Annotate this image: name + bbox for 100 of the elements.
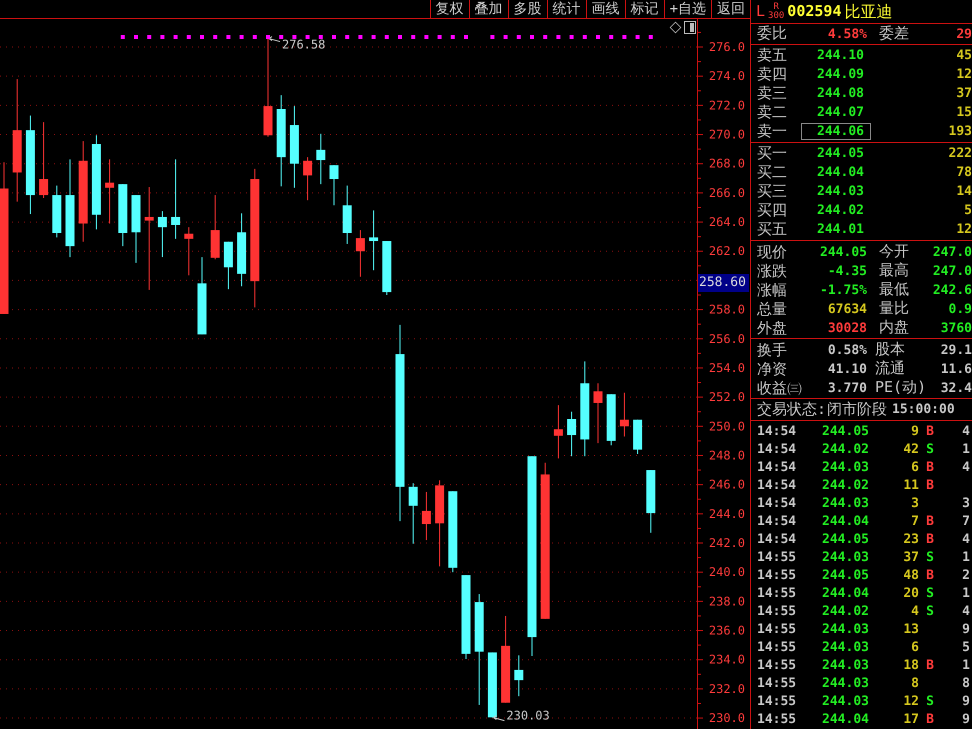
tick-count: 1 <box>961 585 971 603</box>
field-label: 外盘 <box>757 318 788 338</box>
order-volume: 78 <box>955 164 972 182</box>
candlestick <box>132 194 140 264</box>
tick-price: 244.03 <box>821 621 869 639</box>
tick-side: S <box>925 585 935 603</box>
axis-label: 230.0 <box>708 711 745 726</box>
tick-side: B <box>925 459 935 477</box>
field-label: 委比 <box>757 24 787 42</box>
tick-price: 244.05 <box>821 531 869 549</box>
axis-label: 238.0 <box>708 594 745 608</box>
field-label: 买四 <box>757 201 788 220</box>
tick-side: S <box>925 693 935 711</box>
tick-side: S <box>925 549 935 567</box>
candlestick <box>330 164 338 206</box>
field-label: 收益㈢ <box>757 378 801 398</box>
tick-side: B <box>925 477 935 495</box>
candlestick <box>646 470 656 534</box>
tick-price: 244.04 <box>821 513 869 531</box>
tick-price: 244.05 <box>821 567 869 585</box>
panel-toggle-icon[interactable] <box>684 21 696 34</box>
tick-count: 9 <box>961 621 971 639</box>
trading-status: 闭市阶段 <box>827 400 888 419</box>
field-label: 卖一 <box>757 122 788 141</box>
tick-count: 5 <box>961 639 971 657</box>
tick-count: 1 <box>961 549 971 567</box>
tick-volume: 12 <box>902 693 919 711</box>
tick-time: 14:54 <box>757 495 798 513</box>
candlestick <box>567 411 576 457</box>
pointer-arrow-icon <box>268 36 280 42</box>
tick-time: 14:54 <box>757 513 798 531</box>
tick-volume: 23 <box>902 531 919 549</box>
tick-volume: 48 <box>902 567 919 585</box>
tick-volume: 18 <box>902 657 919 675</box>
tick-price: 244.02 <box>821 603 869 621</box>
field-label: 总量 <box>757 300 788 318</box>
tick-time: 14:54 <box>757 441 798 459</box>
field-label: 换手 <box>757 340 788 360</box>
tick-time: 14:54 <box>757 477 798 495</box>
candlestick <box>369 210 378 271</box>
candlestick <box>356 230 365 278</box>
tick-count: 1 <box>961 441 971 459</box>
order-price: 244.06 <box>801 123 871 140</box>
axis-label: 262.0 <box>708 244 745 258</box>
order-volume: 15 <box>955 104 972 122</box>
order-volume: 14 <box>955 183 972 201</box>
tick-time: 14:55 <box>757 711 798 729</box>
candlestick <box>488 652 497 718</box>
stock-name: 比亚迪 <box>844 2 892 21</box>
candlestick <box>224 241 233 290</box>
tick-volume: 6 <box>910 459 919 477</box>
tick-time: 14:55 <box>757 567 798 585</box>
quote-value: 247.0 <box>932 244 972 262</box>
order-volume: 37 <box>955 85 972 103</box>
tick-side: B <box>925 711 935 729</box>
field-label: 买二 <box>757 163 788 182</box>
axis-label: 254.0 <box>708 360 745 375</box>
axis-label: 266.0 <box>708 186 745 200</box>
order-price: 244.01 <box>816 221 865 238</box>
order-volume: 12 <box>955 66 972 84</box>
summary-value: 29 <box>955 26 972 44</box>
tick-volume: 3 <box>910 495 919 513</box>
field-label: 量比 <box>879 299 909 317</box>
market-label: L <box>756 2 766 21</box>
axis-label: 270.0 <box>708 128 745 142</box>
tick-price: 244.05 <box>821 423 869 441</box>
tick-count: 2 <box>961 567 971 585</box>
candlestick <box>158 210 167 258</box>
field-label: 卖二 <box>757 103 788 122</box>
tick-count: 9 <box>961 711 971 729</box>
tick-time: 14:55 <box>757 603 798 621</box>
candlestick <box>422 491 431 541</box>
field-label: 涨幅 <box>757 280 788 300</box>
tick-price: 244.04 <box>821 585 869 603</box>
axis-label: 232.0 <box>708 682 745 696</box>
axis-label: 276.0 <box>708 40 745 54</box>
field-label: 买五 <box>757 220 788 239</box>
order-price: 244.03 <box>816 183 865 200</box>
candlestick <box>514 654 524 697</box>
tick-time: 14:55 <box>757 549 798 567</box>
tick-volume: 8 <box>910 675 919 693</box>
field-label: 委差 <box>879 24 909 42</box>
tick-time: 14:54 <box>757 531 798 549</box>
pointer-arrow-icon <box>492 715 505 722</box>
tick-price: 244.03 <box>821 639 869 657</box>
order-volume: 193 <box>948 123 972 141</box>
tick-price: 244.02 <box>821 441 869 459</box>
tick-count: 4 <box>961 603 971 621</box>
axis-label: 246.0 <box>708 478 745 492</box>
tick-time: 14:54 <box>757 459 798 477</box>
order-volume: 45 <box>955 47 972 65</box>
axis-label: 252.0 <box>708 390 745 404</box>
candlestick <box>52 185 62 238</box>
axis-label: 240.0 <box>708 565 745 580</box>
tick-count: 4 <box>961 531 971 549</box>
fundamental-value: 29.1 <box>940 342 972 360</box>
index-code: 300 <box>768 12 784 20</box>
tick-time: 14:55 <box>757 693 798 711</box>
quote-value: 3760 <box>940 320 972 338</box>
fundamental-value: 0.58% <box>826 342 867 360</box>
